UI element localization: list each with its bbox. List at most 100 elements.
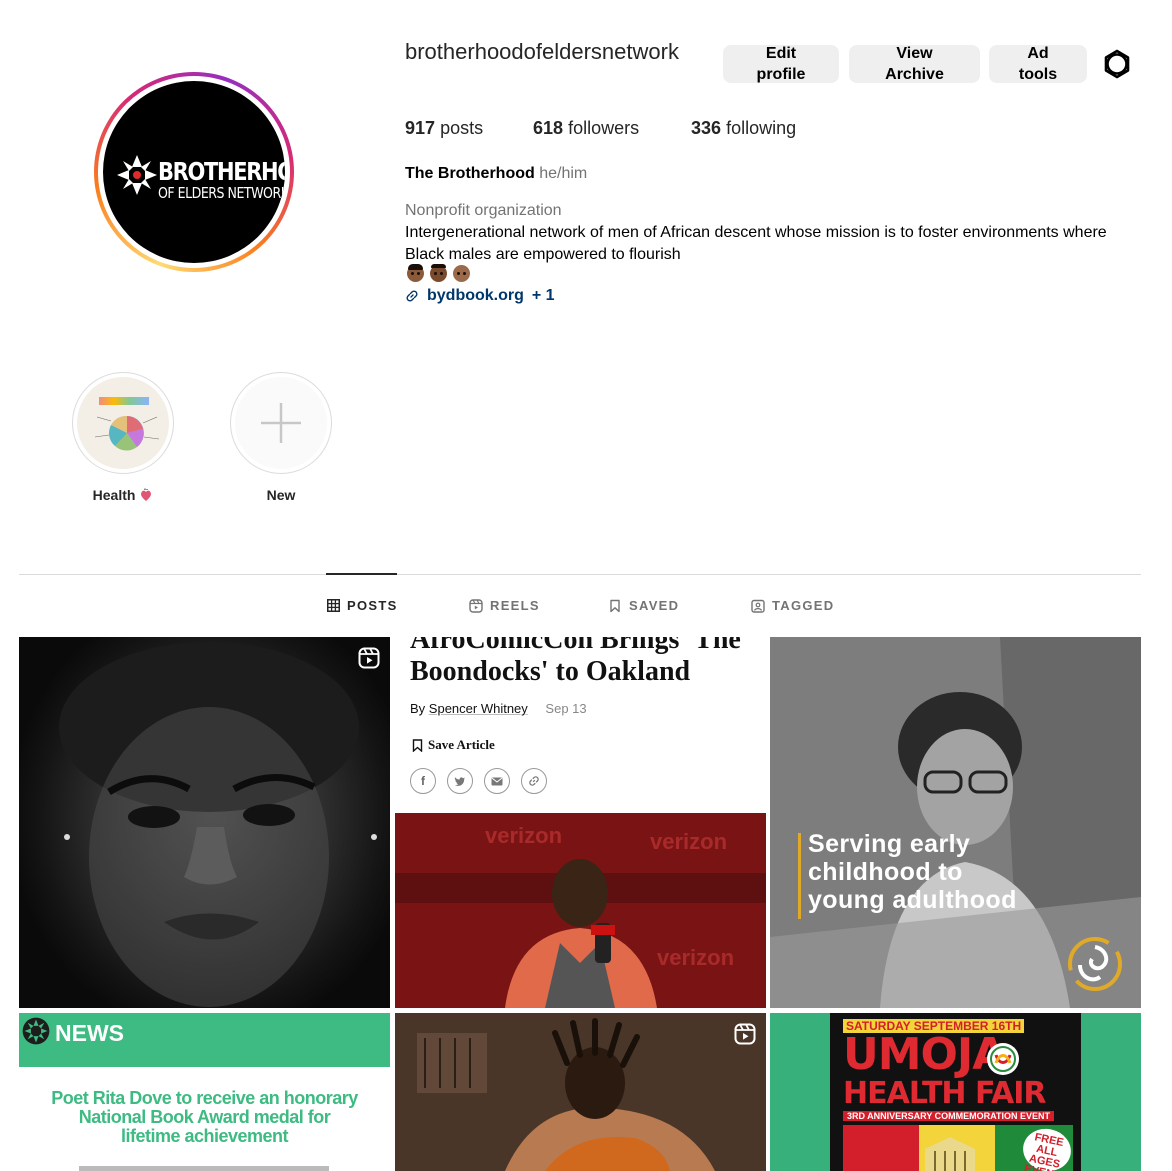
profile-link[interactable]: bydbook.org + 1 <box>405 287 555 305</box>
view-archive-button[interactable]: View Archive <box>849 45 980 83</box>
photo-sign-text-2: verizon <box>650 829 727 854</box>
edit-profile-label: Edit profile <box>756 45 806 83</box>
poster-title-line-2: HEALTH FAIR <box>843 1076 1047 1111</box>
full-name-text: The Brotherhood <box>405 165 535 182</box>
plus-icon <box>261 403 301 443</box>
twitter-icon <box>447 768 473 794</box>
bookmark-icon <box>412 738 423 752</box>
profile-username: brotherhoodofeldersnetwork <box>405 39 679 64</box>
man-dark-skin-emoji-icon <box>407 264 424 282</box>
accent-bar <box>798 833 801 919</box>
posts-stat[interactable]: 917 posts <box>405 118 483 139</box>
news-line-3: lifetime achievement <box>120 1126 289 1146</box>
animation-still <box>395 1013 766 1171</box>
tab-posts[interactable]: POSTS <box>327 598 398 613</box>
facebook-icon: f <box>410 768 436 794</box>
building-silhouette-icon <box>925 1137 975 1171</box>
news-line-2: National Book Award medal for <box>78 1107 331 1127</box>
highlight-health[interactable]: Health <box>72 372 174 503</box>
followers-count: 618 <box>533 118 564 138</box>
avatar-logo-text: BROTHERHOOD <box>158 157 285 186</box>
highlight-new-label: New <box>266 487 296 503</box>
post-thumbnail-6[interactable]: SATURDAY SEPTEMBER 16TH UMOJA HEALTH FAI… <box>770 1013 1141 1171</box>
news-image-edge <box>79 1166 329 1171</box>
settings-gear-icon[interactable] <box>1102 49 1132 79</box>
article-byline: By Spencer Whitney Sep 13 <box>410 701 587 716</box>
profile-avatar[interactable]: BROTHERHOOD OF ELDERS NETWORK <box>103 81 285 263</box>
bio-emoji-row <box>407 264 470 282</box>
anatomical-heart-icon <box>141 488 152 501</box>
profile-category: Nonprofit organization <box>405 202 562 219</box>
tab-reels-label: REELS <box>490 598 540 613</box>
health-fair-poster: SATURDAY SEPTEMBER 16TH UMOJA HEALTH FAI… <box>830 1013 1081 1171</box>
followers-label: followers <box>568 118 640 138</box>
link-extra[interactable]: + 1 <box>532 287 555 305</box>
post-thumbnail-3[interactable]: Serving early childhood to young adultho… <box>770 637 1141 1008</box>
caption-line-2: childhood to <box>808 858 963 886</box>
article-photo: verizon verizon verizon <box>395 813 766 1008</box>
tab-reels[interactable]: REELS <box>469 598 540 613</box>
following-label: following <box>726 118 797 138</box>
wellness-wheel-icon <box>94 397 160 451</box>
logo-mark-icon <box>22 1017 50 1045</box>
grid-icon <box>327 599 340 612</box>
bay-area-health-logo-icon <box>987 1043 1019 1075</box>
edit-profile-button[interactable]: Edit profile <box>723 45 839 83</box>
reel-badge-icon <box>358 647 380 669</box>
ad-tools-label: Ad tools <box>1018 45 1058 83</box>
save-article-label: Save Article <box>428 737 495 752</box>
highlight-health-label: Health <box>72 487 174 503</box>
caption-line-3: young adulthood <box>808 886 1017 914</box>
tab-tagged[interactable]: TAGGED <box>751 598 834 613</box>
highlight-new-circle[interactable] <box>230 372 332 474</box>
older-man-emoji-icon <box>453 265 470 282</box>
tabs-divider <box>19 574 1141 575</box>
post-3-caption: Serving early childhood to young adultho… <box>808 830 1017 914</box>
view-archive-label: View Archive <box>885 45 944 83</box>
tab-saved-label: SAVED <box>629 598 680 613</box>
post-thumbnail-4[interactable]: NEWS Poet Rita Dove to receive an honora… <box>19 1013 390 1171</box>
bookmark-icon <box>610 599 620 612</box>
posts-label: posts <box>440 118 484 138</box>
article-author: Spencer Whitney <box>428 701 528 716</box>
email-icon <box>484 768 510 794</box>
profile-bio: Intergenerational network of men of Afri… <box>405 224 1107 263</box>
save-article: Save Article <box>412 737 495 753</box>
link-text[interactable]: bydbook.org <box>427 287 524 305</box>
profile-avatar-ring[interactable]: BROTHERHOOD OF ELDERS NETWORK <box>94 72 294 272</box>
man-medium-dark-skin-emoji-icon <box>430 264 447 282</box>
byline-prefix: By <box>410 701 426 716</box>
avatar-logo-subtext: OF ELDERS NETWORK <box>158 184 285 202</box>
tab-saved[interactable]: SAVED <box>608 598 679 613</box>
share-icons-row: f <box>410 768 547 794</box>
tab-posts-label: POSTS <box>347 598 398 613</box>
posts-count: 917 <box>405 118 436 138</box>
post-thumbnail-1[interactable] <box>19 637 390 1008</box>
followers-stat[interactable]: 618 followers <box>533 118 639 139</box>
reel-badge-icon <box>734 1023 756 1045</box>
poster-subtitle: 3RD ANNIVERSARY COMMEMORATION EVENT <box>843 1111 1055 1121</box>
org-swirl-logo-icon <box>1068 937 1122 991</box>
article-headline-line2: Boondocks' to Oakland <box>410 656 691 687</box>
link-icon <box>406 290 418 302</box>
active-tab-indicator <box>326 573 397 575</box>
highlight-health-thumb <box>77 377 169 469</box>
caption-line-1: Serving early <box>808 830 971 858</box>
photo-sign-text-1: verizon <box>485 823 562 848</box>
logo-mark-icon <box>117 155 157 195</box>
portrait-image <box>59 642 377 1007</box>
highlight-new-thumb <box>235 377 327 469</box>
post-thumbnail-2[interactable]: AfroComicCon Brings 'The Boondocks' to O… <box>395 637 766 1008</box>
ad-tools-button[interactable]: Ad tools <box>989 45 1087 83</box>
tab-tagged-label: TAGGED <box>772 598 835 613</box>
highlight-health-text: Health <box>92 487 136 503</box>
post-thumbnail-5[interactable] <box>395 1013 766 1171</box>
photo-sign-text-3: verizon <box>657 945 734 970</box>
news-label: NEWS <box>55 1020 124 1046</box>
following-stat[interactable]: 336 following <box>691 118 796 139</box>
highlight-health-circle[interactable] <box>72 372 174 474</box>
news-header-bar: NEWS <box>19 1013 390 1067</box>
highlight-new[interactable]: New <box>230 372 332 503</box>
profile-full-name: The Brotherhood he/him <box>405 165 587 183</box>
tagged-icon <box>751 599 765 613</box>
